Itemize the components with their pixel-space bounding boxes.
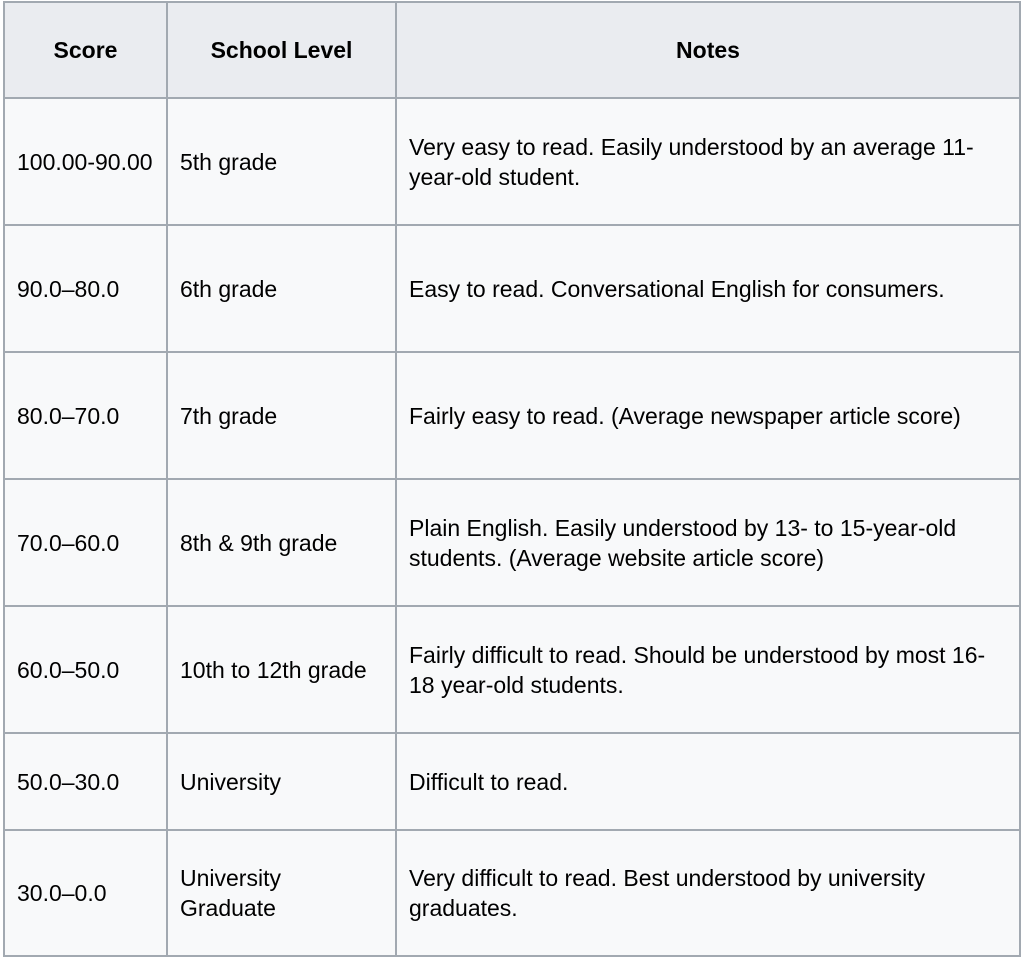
header-notes: Notes: [395, 1, 1021, 99]
table-row: 30.0–0.0 University Graduate Very diffic…: [3, 829, 1021, 957]
header-score: Score: [3, 1, 168, 99]
header-school-level: School Level: [166, 1, 397, 99]
table-row: 50.0–30.0 University Difficult to read.: [3, 732, 1021, 831]
cell-score: 30.0–0.0: [3, 829, 168, 957]
cell-school-level: University: [166, 732, 397, 831]
table-row: 60.0–50.0 10th to 12th grade Fairly diff…: [3, 605, 1021, 734]
cell-score: 100.00-​90.00: [3, 97, 168, 226]
table-row: 70.0–60.0 8th & 9th grade Plain English.…: [3, 478, 1021, 607]
cell-notes: Difficult to read.: [395, 732, 1021, 831]
cell-notes: Fairly easy to read. (Average newspaper …: [395, 351, 1021, 480]
cell-score: 70.0–60.0: [3, 478, 168, 607]
cell-notes: Plain English. Easily understood by 13- …: [395, 478, 1021, 607]
table-row: 100.00-​90.00 5th grade Very easy to rea…: [3, 97, 1021, 226]
cell-school-level: 10th to 12th grade: [166, 605, 397, 734]
cell-score: 90.0–80.0: [3, 224, 168, 353]
cell-score: 80.0–70.0: [3, 351, 168, 480]
header-row: Score School Level Notes: [3, 1, 1021, 99]
cell-score: 50.0–30.0: [3, 732, 168, 831]
cell-notes: Easy to read. Conversational English for…: [395, 224, 1021, 353]
cell-school-level: 8th & 9th grade: [166, 478, 397, 607]
readability-score-table: Score School Level Notes 100.00-​90.00 5…: [3, 1, 1021, 957]
cell-notes: Very difficult to read. Best understood …: [395, 829, 1021, 957]
cell-school-level: 6th grade: [166, 224, 397, 353]
cell-school-level: University Graduate: [166, 829, 397, 957]
table-row: 80.0–70.0 7th grade Fairly easy to read.…: [3, 351, 1021, 480]
cell-school-level: 7th grade: [166, 351, 397, 480]
cell-score: 60.0–50.0: [3, 605, 168, 734]
cell-school-level: 5th grade: [166, 97, 397, 226]
table-row: 90.0–80.0 6th grade Easy to read. Conver…: [3, 224, 1021, 353]
cell-notes: Fairly difficult to read. Should be unde…: [395, 605, 1021, 734]
cell-notes: Very easy to read. Easily understood by …: [395, 97, 1021, 226]
